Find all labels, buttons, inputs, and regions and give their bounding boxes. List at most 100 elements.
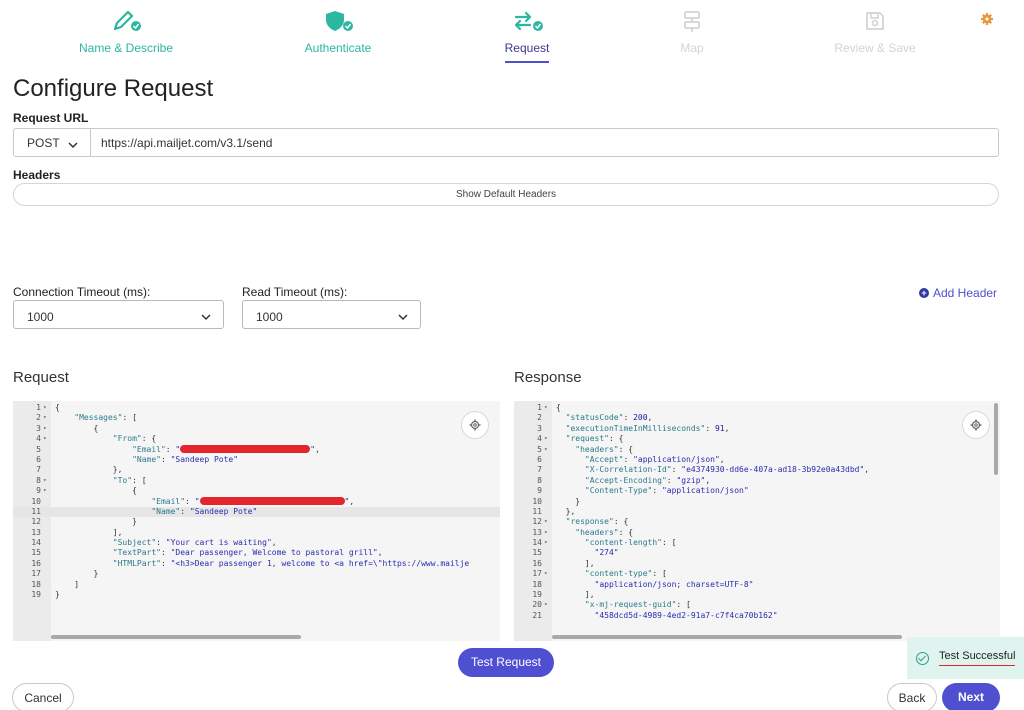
code-text: { (55, 403, 60, 412)
code-line: 6 "Name": "Sandeep Pote" (13, 455, 500, 465)
fold-toggle-icon[interactable]: ▾ (544, 569, 548, 579)
line-number: 14 (31, 538, 41, 548)
connection-timeout-label: Connection Timeout (ms): (13, 285, 151, 299)
line-number: 3 (36, 423, 41, 433)
connection-timeout-select[interactable]: 1000 (13, 300, 224, 329)
next-button[interactable]: Next (942, 683, 1000, 710)
code-line: 16 ], (514, 559, 1000, 569)
line-number: 17 (31, 569, 41, 579)
request-panel-title: Request (13, 369, 69, 386)
fold-toggle-icon[interactable]: ▾ (544, 517, 548, 527)
line-number: 10 (532, 496, 542, 506)
horizontal-scrollbar[interactable] (51, 635, 301, 639)
chevron-down-icon (398, 310, 408, 324)
code-text: "content-length": [ (584, 538, 677, 548)
line-number: 2 (36, 413, 41, 423)
fold-toggle-icon[interactable]: ▾ (544, 528, 548, 538)
step-name-describe[interactable]: Name & Describe (51, 6, 201, 55)
fold-toggle-icon[interactable]: ▾ (544, 600, 548, 610)
line-number: 19 (532, 590, 542, 600)
fold-toggle-icon[interactable]: ▾ (43, 486, 47, 496)
response-body-viewer[interactable]: 1 ▾{2 "statusCode": 200, 3 "executionTimeI… (514, 401, 1000, 641)
request-url-input[interactable]: https://api.mailjet.com/v3.1/send (90, 128, 999, 157)
line-number: 12 (31, 517, 41, 527)
code-text: "statusCode": 200, (565, 413, 653, 423)
code-text: } (556, 496, 581, 506)
code-line: 9 "Content-Type": "application/json" (514, 486, 1000, 496)
code-text: "X-Correlation-Id": "e4374930-dd6e-407a-… (584, 465, 870, 475)
fold-toggle-icon[interactable]: ▾ (43, 434, 47, 444)
code-line: 12 ▾ "response": { (514, 517, 1000, 527)
code-line: 4 ▾ "request": { (514, 434, 1000, 444)
horizontal-scrollbar[interactable] (552, 635, 902, 639)
code-text: ] (55, 579, 80, 589)
line-number: 17 (532, 569, 542, 579)
code-line: 7 }, (13, 465, 500, 475)
back-button[interactable]: Back (887, 683, 937, 710)
line-number: 6 (537, 454, 542, 464)
cancel-button[interactable]: Cancel (12, 683, 74, 710)
fold-toggle-icon[interactable]: ▾ (43, 413, 47, 423)
settings-gear-icon[interactable] (980, 12, 994, 26)
code-line: 8 ▾ "To": [ (13, 476, 500, 486)
line-number: 6 (36, 454, 41, 464)
fold-toggle-icon[interactable]: ▾ (43, 476, 47, 486)
step-authenticate[interactable]: Authenticate (263, 6, 413, 55)
code-line: 1 ▾ { (514, 403, 1000, 413)
step-label: Map (680, 41, 704, 55)
line-number: 15 (31, 548, 41, 558)
map-icon (617, 6, 767, 36)
code-text: "response": { (565, 517, 629, 527)
code-text: "Accept-Encoding": "gzip", (584, 475, 711, 485)
test-request-button[interactable]: Test Request (458, 648, 554, 677)
line-number: 7 (36, 465, 41, 475)
line-number: 1 (36, 403, 41, 412)
code-line: 18 "application/json; charset=UTF-8" (514, 580, 1000, 590)
code-text: ], (556, 590, 595, 600)
code-text: "274" (594, 548, 619, 558)
code-text: } (55, 590, 60, 600)
code-line: 20 ▾ "x-mj-request-guid": [ (514, 600, 1000, 610)
code-line: 15 "274" (514, 548, 1000, 558)
code-text: "TextPart": "Dear passenger, Welcome to … (112, 548, 383, 558)
request-body-editor[interactable]: 1 ▾{2 ▾ "Messages": [3 ▾ {4 ▾ "From": {5 "Em… (13, 401, 500, 641)
line-number: 5 (36, 444, 41, 454)
line-number: 4 (537, 434, 542, 444)
line-number: 16 (532, 558, 542, 568)
code-text: "Messages": [ (74, 413, 137, 423)
exchange-check-icon (452, 6, 602, 36)
response-panel-title: Response (514, 369, 582, 386)
line-number: 11 (31, 506, 41, 516)
code-text: "headers": { (575, 444, 634, 454)
line-number: 8 (36, 475, 41, 485)
line-number: 3 (537, 423, 542, 433)
add-header-button[interactable]: + Add Header (919, 286, 997, 300)
code-text: "From": { (112, 434, 157, 444)
line-number: 4 (36, 434, 41, 444)
code-line: 14 "Subject": "Your cart is waiting", (13, 538, 500, 548)
code-line: 16 "HTMLPart": "<h3>Dear passenger 1, we… (13, 559, 500, 569)
fold-toggle-icon[interactable]: ▾ (544, 538, 548, 548)
editor-settings-button[interactable] (461, 411, 489, 439)
line-number: 18 (31, 579, 41, 589)
fold-toggle-icon[interactable]: ▾ (43, 403, 47, 413)
wizard-stepper: Name & Describe Authenticate Request Map… (0, 0, 1024, 72)
code-text: { (55, 486, 137, 496)
fold-toggle-icon[interactable]: ▾ (544, 434, 548, 444)
fold-toggle-icon[interactable]: ▾ (544, 445, 548, 455)
http-method-select[interactable]: POST (13, 128, 91, 157)
show-default-headers-button[interactable]: Show Default Headers (13, 183, 999, 206)
line-number: 13 (532, 527, 542, 537)
step-request[interactable]: Request (452, 6, 602, 63)
code-line: 10 "Email": " ", (13, 497, 500, 507)
code-text: ], (556, 558, 595, 568)
code-text: "HTMLPart": "<h3>Dear passenger 1, welco… (112, 558, 470, 568)
fold-toggle-icon[interactable]: ▾ (544, 403, 548, 413)
code-text: ], (55, 527, 123, 537)
read-timeout-select[interactable]: 1000 (242, 300, 421, 329)
vertical-scrollbar[interactable] (994, 403, 998, 475)
read-timeout-value: 1000 (256, 310, 283, 324)
fold-toggle-icon[interactable]: ▾ (43, 424, 47, 434)
gear-icon (970, 419, 982, 431)
viewer-settings-button[interactable] (962, 411, 990, 439)
